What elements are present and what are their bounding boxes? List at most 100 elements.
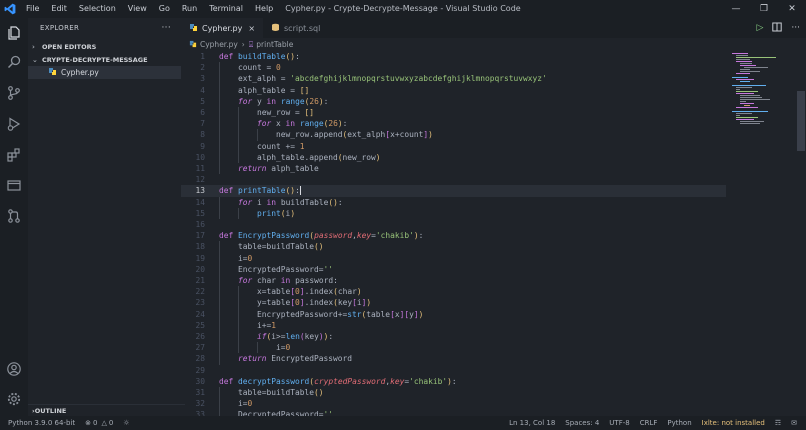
menu-view[interactable]: View (122, 0, 153, 18)
tab-script-sql[interactable]: script.sql (263, 18, 328, 38)
project-folder[interactable]: ⌄ CRYPTE-DECRYPTE-MESSAGE (28, 53, 181, 66)
git-graph-icon[interactable] (5, 207, 23, 225)
chevron-right-icon: › (32, 42, 35, 51)
open-editors-label: OPEN EDITORS (42, 42, 97, 51)
menu-edit[interactable]: Edit (45, 0, 73, 18)
explorer-title: EXPLORER (40, 24, 80, 32)
outline-label: OUTLINE (34, 407, 67, 415)
error-count: 0 (92, 419, 98, 427)
chevron-down-icon: ⌄ (32, 55, 38, 64)
indentation[interactable]: Spaces: 4 (560, 419, 604, 427)
code-line: 10 alph_table.append(new_row) (195, 151, 381, 163)
status-bar: Python 3.9.0 64-bit ⊗ 0 △ 0 ☼ Ln 13, Col… (0, 416, 806, 430)
files-icon[interactable] (5, 24, 23, 42)
code-line: 31 table=buildTable() (195, 387, 324, 399)
code-line: 2 count = 0 (200, 62, 281, 74)
more-actions-icon[interactable]: ··· (162, 23, 171, 33)
problems-indicator[interactable]: ⊗ 0 △ 0 (80, 419, 118, 427)
line-ending[interactable]: CRLF (635, 419, 663, 427)
vscode-logo-icon (0, 0, 20, 18)
breadcrumb-separator: › (241, 40, 245, 49)
menu-file[interactable]: File (20, 0, 45, 18)
python-interpreter[interactable]: Python 3.9.0 64-bit (0, 419, 80, 427)
code-line: 29 (195, 365, 205, 375)
code-line: 6 new_row = [] (200, 107, 315, 119)
breadcrumb: Cypher.py › ⍓ printTable (181, 38, 293, 51)
search-icon[interactable] (5, 53, 23, 71)
warning-icon: △ (101, 419, 107, 427)
database-file-icon (271, 23, 280, 34)
python-file-icon (48, 67, 57, 78)
code-line: 16 (195, 220, 205, 229)
code-line: 14 for i in buildTable(): (195, 196, 343, 208)
project-folder-label: CRYPTE-DECRYPTE-MESSAGE (42, 55, 148, 64)
code-line: 21 for char in password: (195, 275, 338, 287)
more-actions-icon[interactable]: ··· (791, 23, 800, 33)
code-line: 27 i=0 (195, 342, 291, 354)
tab-cypher-py[interactable]: Cypher.py × (181, 18, 264, 38)
code-line: 15 print(i) (195, 207, 296, 219)
menu-terminal[interactable]: Terminal (203, 0, 249, 18)
extensions-icon[interactable] (5, 146, 23, 164)
breadcrumb-file[interactable]: Cypher.py (200, 40, 238, 49)
file-item-cypher[interactable]: Cypher.py (28, 66, 181, 79)
code-line: 1 def buildTable(): (200, 52, 300, 61)
restore-icon[interactable]: ❐ (750, 0, 778, 18)
code-line: 4 alph_table = [] (200, 84, 310, 96)
status-bar-right: Ln 13, Col 18 Spaces: 4 UTF-8 CRLF Pytho… (504, 416, 802, 430)
code-line: 19 i=0 (195, 252, 253, 264)
run-debug-icon[interactable] (5, 115, 23, 133)
activity-bar (0, 18, 28, 416)
code-line: 22 x=table[0].index(char) (195, 286, 362, 298)
feedback-icon[interactable]: ☶ (770, 419, 786, 427)
menu-help[interactable]: Help (249, 0, 279, 18)
file-item-label: Cypher.py (61, 68, 99, 77)
source-control-icon[interactable] (5, 84, 23, 102)
remote-explorer-icon[interactable] (5, 176, 23, 194)
settings-gear-icon[interactable] (5, 390, 23, 408)
code-line: 18 table=buildTable() (195, 241, 324, 253)
code-editor[interactable]: 1 def buildTable(): 2 count = 0 3 ext_alp… (181, 51, 726, 416)
cursor-position[interactable]: Ln 13, Col 18 (504, 419, 560, 427)
code-line: 33 DecryptedPassword='' (181, 409, 726, 416)
encoding[interactable]: UTF-8 (604, 419, 634, 427)
title-bar: File Edit Selection View Go Run Terminal… (0, 0, 806, 18)
scrollbar-thumb[interactable] (797, 91, 805, 151)
minimize-icon[interactable]: — (722, 0, 750, 18)
code-line: 26 if(i>=len(key)): (195, 331, 334, 343)
minimap[interactable] (726, 51, 796, 131)
code-line: 28 return EncryptedPassword (195, 353, 353, 365)
live-share-icon[interactable]: ☼ (118, 419, 134, 427)
menu-selection[interactable]: Selection (73, 0, 122, 18)
code-line-current: 13 def printTable(): (181, 185, 726, 197)
language-mode[interactable]: Python (662, 419, 696, 427)
error-icon: ⊗ (85, 419, 91, 427)
code-line: 32 i=0 (195, 398, 253, 410)
run-icon[interactable]: ▷ (756, 23, 763, 33)
explorer-sidebar: EXPLORER ··· › OPEN EDITORS ⌄ CRYPTE-DEC… (28, 18, 185, 416)
vertical-scrollbar[interactable] (796, 51, 806, 416)
code-line: 30 def decryptPassword(cryptedPassword,ke… (195, 376, 457, 386)
close-icon[interactable]: ✕ (778, 0, 806, 18)
open-editors-section[interactable]: › OPEN EDITORS (28, 40, 181, 53)
editor-actions: ▷ ··· (756, 18, 800, 38)
code-line: 7 for x in range(26): (200, 118, 348, 130)
python-file-icon (189, 40, 197, 50)
split-editor-icon[interactable] (772, 22, 783, 35)
function-symbol-icon: ⍓ (248, 39, 254, 49)
code-line: 8 new_row.append(ext_alph[x+count]) (200, 129, 433, 141)
menu-bar: File Edit Selection View Go Run Terminal… (20, 0, 279, 18)
linter-warning[interactable]: Ixlte: not installed (697, 419, 770, 427)
menu-go[interactable]: Go (153, 0, 176, 18)
menu-run[interactable]: Run (176, 0, 203, 18)
python-file-icon (189, 23, 198, 34)
account-icon[interactable] (5, 360, 23, 378)
code-line: 23 y=table[0].index(key[i]) (195, 297, 372, 309)
code-line: 9 count += 1 (200, 140, 305, 152)
notifications-icon[interactable]: ✉ (786, 419, 802, 427)
close-tab-icon[interactable]: × (248, 24, 255, 33)
breadcrumb-symbol[interactable]: printTable (256, 40, 293, 49)
tab-label: script.sql (284, 23, 321, 33)
tab-label: Cypher.py (202, 23, 243, 33)
code-line: 12 (195, 175, 205, 185)
